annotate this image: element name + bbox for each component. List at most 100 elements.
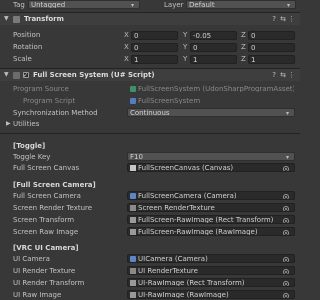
utilities-row[interactable]: ▶ Utilities: [0, 119, 300, 129]
sync-method-row: Synchronization Method Continuous ▾: [0, 108, 300, 118]
object-picker-icon[interactable]: [283, 218, 289, 223]
screen-transform-value: FullScreen-RawImage (Rect Transform): [138, 216, 274, 224]
canvas-icon: [130, 165, 136, 171]
scale-y-field[interactable]: 1: [190, 55, 237, 64]
position-y-field[interactable]: -0.05: [190, 31, 237, 40]
z-axis-label[interactable]: Z: [241, 42, 246, 52]
screen-transform-label: Screen Transform: [13, 216, 75, 224]
ui-render-texture-field[interactable]: UI RenderTexture: [127, 266, 295, 275]
tag-value: Untagged: [31, 1, 66, 9]
fs-camera-label: Full Screen Camera: [13, 192, 81, 200]
full-screen-canvas-field[interactable]: FullScreenCanvas (Canvas): [127, 163, 295, 172]
component-header[interactable]: ▼ Full Screen System (U# Script) ? ⇆ ⋮: [0, 69, 300, 82]
y-axis-label[interactable]: Y: [183, 42, 187, 52]
more-icon[interactable]: ⋮: [288, 13, 295, 25]
object-picker-icon[interactable]: [283, 293, 289, 298]
object-picker-icon[interactable]: [283, 269, 289, 274]
tag-layer-row: Tag Untagged ▾ Layer Default ▾: [0, 0, 300, 10]
object-picker-icon[interactable]: [283, 166, 289, 171]
camera-icon: [130, 193, 136, 199]
program-script-label: Program Script: [23, 97, 76, 105]
toggle-section-title: [Toggle]: [13, 142, 46, 150]
screen-raw-image-field[interactable]: FullScreen-RawImage (RawImage): [127, 227, 295, 236]
ui-render-transform-label: UI Render Transform: [13, 279, 85, 287]
ui-raw-image-value: UI-RawImage (RawImage): [138, 291, 229, 299]
layer-dropdown[interactable]: Default ▾: [186, 0, 296, 9]
preset-icon[interactable]: ⇆: [280, 13, 286, 25]
fs-camera-field[interactable]: FullScreenCamera (Camera): [127, 191, 295, 200]
chevron-down-icon: ▾: [285, 154, 289, 161]
rect-transform-icon: [130, 217, 136, 223]
ui-camera-row: UI Camera UICamera (Camera): [0, 254, 300, 264]
scale-z-field[interactable]: 1: [248, 55, 295, 64]
program-source-value: FullScreenSystem (UdonSharpProgramAsset): [138, 85, 295, 93]
position-z-field[interactable]: 0: [248, 31, 295, 40]
object-picker-icon[interactable]: [283, 281, 289, 286]
sync-method-dropdown[interactable]: Continuous ▾: [127, 108, 295, 117]
screen-render-texture-row: Screen Render Texture Screen RenderTextu…: [0, 203, 300, 213]
z-axis-label[interactable]: Z: [241, 30, 246, 40]
y-axis-label[interactable]: Y: [183, 54, 187, 64]
scale-label: Scale: [13, 55, 32, 63]
object-picker-icon[interactable]: [283, 230, 289, 235]
render-texture-icon: [130, 268, 136, 274]
foldout-open-icon[interactable]: ▼: [4, 69, 9, 81]
program-script-row: Program Script FullScreenSystem: [0, 96, 300, 106]
ui-camera-field[interactable]: UICamera (Camera): [127, 254, 295, 263]
ui-render-texture-label: UI Render Texture: [13, 267, 76, 275]
component-title: Full Screen System (U# Script): [33, 71, 155, 79]
full-screen-canvas-value: FullScreenCanvas (Canvas): [138, 164, 234, 172]
scale-x-field[interactable]: 1: [131, 55, 178, 64]
render-texture-icon: [130, 205, 136, 211]
rotation-label: Rotation: [13, 43, 43, 51]
tag-dropdown[interactable]: Untagged ▾: [28, 0, 140, 9]
rotation-x-field[interactable]: 0: [131, 43, 178, 52]
vrc-camera-section-title: [VRC UI Camera]: [13, 244, 79, 252]
scale-x-value: 1: [134, 56, 139, 64]
screen-raw-image-value: FullScreen-RawImage (RawImage): [138, 228, 258, 236]
more-icon[interactable]: ⋮: [288, 69, 295, 81]
program-script-field: FullScreenSystem: [127, 96, 295, 105]
ui-render-texture-value: UI RenderTexture: [138, 267, 198, 275]
foldout-open-icon[interactable]: ▼: [4, 13, 9, 25]
z-axis-label[interactable]: Z: [241, 54, 246, 64]
toggle-key-dropdown[interactable]: F10 ▾: [127, 152, 295, 161]
ui-render-transform-field[interactable]: UI-RawImage (Rect Transform): [127, 278, 295, 287]
x-axis-label[interactable]: X: [124, 30, 129, 40]
component-enabled-checkbox[interactable]: [23, 70, 29, 82]
y-axis-label[interactable]: Y: [183, 30, 187, 40]
rotation-y-field[interactable]: 0: [190, 43, 237, 52]
program-source-field: FullScreenSystem (UdonSharpProgramAsset): [127, 84, 295, 93]
position-y-value: -0.05: [193, 32, 212, 40]
foldout-closed-icon[interactable]: ▶: [6, 119, 11, 129]
ui-raw-image-field[interactable]: UI-RawImage (RawImage): [127, 290, 295, 299]
rotation-x-value: 0: [134, 44, 139, 52]
fs-camera-row: Full Screen Camera FullScreenCamera (Cam…: [0, 191, 300, 201]
ui-raw-image-row: UI Raw Image UI-RawImage (RawImage): [0, 290, 300, 300]
ui-camera-value: UICamera (Camera): [138, 255, 208, 263]
object-picker-icon[interactable]: [283, 257, 289, 262]
ui-camera-label: UI Camera: [13, 255, 50, 263]
position-x-value: 0: [134, 32, 139, 40]
position-z-value: 0: [251, 32, 256, 40]
csharp-script-icon: [130, 98, 136, 104]
scale-z-value: 1: [251, 56, 256, 64]
rotation-z-field[interactable]: 0: [248, 43, 295, 52]
screen-transform-field[interactable]: FullScreen-RawImage (Rect Transform): [127, 215, 295, 224]
help-icon[interactable]: ?: [272, 13, 276, 25]
x-axis-label[interactable]: X: [124, 54, 129, 64]
rotation-y-value: 0: [193, 44, 198, 52]
vrc-camera-section-title-row: [VRC UI Camera]: [0, 243, 300, 253]
transform-header[interactable]: ▼ Transform ? ⇆ ⋮: [0, 13, 300, 25]
help-icon[interactable]: ?: [272, 69, 276, 81]
preset-icon[interactable]: ⇆: [280, 69, 286, 81]
object-picker-icon[interactable]: [283, 206, 289, 211]
object-picker-icon[interactable]: [283, 194, 289, 199]
x-axis-label[interactable]: X: [124, 42, 129, 52]
script-component-icon: [13, 72, 20, 79]
position-x-field[interactable]: 0: [131, 31, 178, 40]
utilities-label[interactable]: Utilities: [13, 119, 39, 129]
ui-render-transform-row: UI Render Transform UI-RawImage (Rect Tr…: [0, 278, 300, 288]
transform-component-icon: [13, 16, 20, 23]
screen-render-texture-field[interactable]: Screen RenderTexture: [127, 203, 295, 212]
